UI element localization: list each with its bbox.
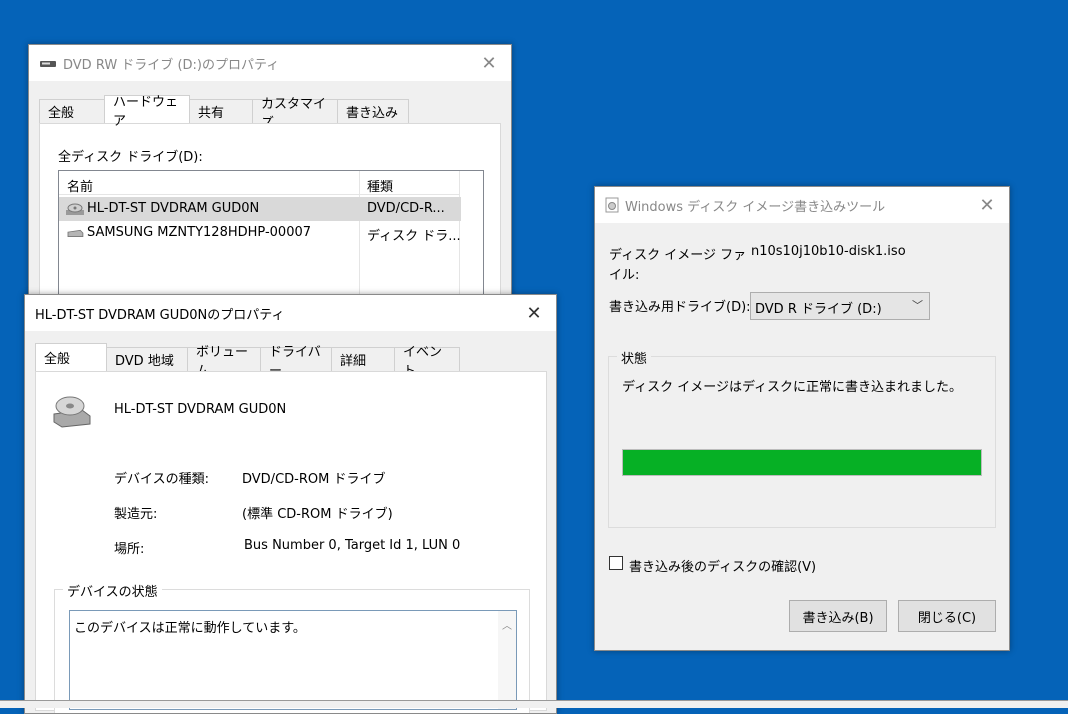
burner-title: Windows ディスク イメージ書き込みツール	[625, 199, 886, 215]
burner-titlebar[interactable]: Windows ディスク イメージ書き込みツール ✕	[595, 187, 1009, 223]
row-type: ディスク ドラ...	[367, 229, 461, 244]
verify-checkbox[interactable]	[609, 556, 623, 570]
device-properties-tabs: 全般 DVD 地域 ボリューム ドライバー 詳細 イベント	[35, 343, 460, 379]
tab-events[interactable]: イベント	[394, 345, 460, 379]
dvd-properties-window: DVD RW ドライブ (D:)のプロパティ ✕ 全般 ハードウェア 共有 カス…	[28, 44, 512, 304]
tab-volumes[interactable]: ボリューム	[187, 345, 261, 379]
table-row[interactable]: SAMSUNG MZNTY128HDHP-00007 ディスク ドラ...	[59, 221, 461, 245]
dvd-properties-titlebar[interactable]: DVD RW ドライブ (D:)のプロパティ ✕	[29, 45, 511, 81]
device-status-group-title: デバイスの状態	[63, 581, 162, 600]
image-file-value: n10s10j10b10-disk1.iso	[751, 244, 906, 259]
dvd-properties-tabs: 全般 ハードウェア 共有 カスタマイズ 書き込み	[39, 95, 409, 131]
progress-bar	[622, 449, 982, 476]
prop-value-manufacturer: (標準 CD-ROM ドライブ)	[242, 507, 393, 522]
status-group-title: 状態	[617, 348, 652, 367]
device-name: HL-DT-ST DVDRAM GUD0N	[114, 402, 287, 417]
row-name: HL-DT-ST DVDRAM GUD0N	[87, 201, 260, 216]
status-text: ディスク イメージはディスクに正常に書き込まれました。	[622, 380, 963, 395]
row-name: SAMSUNG MZNTY128HDHP-00007	[87, 225, 312, 240]
chevron-down-icon: ﹀	[912, 299, 923, 312]
close-button[interactable]: 閉じる(C)	[898, 600, 996, 632]
prop-value-device-type: DVD/CD-ROM ドライブ	[242, 472, 386, 487]
optical-drive-icon	[53, 396, 91, 428]
device-properties-title: HL-DT-ST DVDRAM GUD0Nのプロパティ	[35, 307, 285, 323]
device-properties-titlebar[interactable]: HL-DT-ST DVDRAM GUD0Nのプロパティ ✕	[25, 295, 556, 331]
column-header-name[interactable]: 名前	[67, 176, 93, 195]
tab-dvd-region[interactable]: DVD 地域	[106, 347, 188, 371]
tab-sharing[interactable]: 共有	[189, 99, 253, 123]
chevron-up-icon[interactable]: ︿	[502, 617, 512, 632]
image-file-label-line2: イル:	[609, 268, 640, 283]
list-header: 名前 種類	[59, 171, 460, 303]
dvd-properties-title: DVD RW ドライブ (D:)のプロパティ	[63, 57, 280, 73]
drive-label: 書き込み用ドライブ(D):	[609, 300, 751, 315]
tab-customize[interactable]: カスタマイズ	[252, 97, 338, 131]
row-type: DVD/CD-R...	[367, 201, 445, 216]
hardware-panel: 全ディスク ドライブ(D): 名前 種類 HL-DT-ST DVDRAM GUD…	[39, 123, 501, 303]
taskbar-edge	[0, 700, 1068, 708]
table-row[interactable]: HL-DT-ST DVDRAM GUD0N DVD/CD-R...	[59, 197, 461, 221]
tab-general[interactable]: 全般	[35, 343, 107, 371]
tab-recording[interactable]: 書き込み	[337, 99, 409, 123]
device-properties-window: HL-DT-ST DVDRAM GUD0Nのプロパティ ✕ 全般 DVD 地域 …	[24, 294, 557, 714]
tab-driver[interactable]: ドライバー	[260, 345, 332, 379]
progress-fill	[623, 450, 981, 475]
disc-burner-icon	[605, 197, 619, 213]
hard-disk-icon	[67, 229, 84, 237]
scrollbar[interactable]: ︿	[498, 611, 516, 709]
device-status-textbox[interactable]: このデバイスは正常に動作しています。 ︿	[69, 610, 517, 710]
tab-hardware[interactable]: ハードウェア	[104, 95, 190, 129]
tab-details[interactable]: 詳細	[331, 347, 395, 371]
disc-image-burner-window: Windows ディスク イメージ書き込みツール ✕ ディスク イメージ ファ …	[594, 186, 1010, 651]
drives-label: 全ディスク ドライブ(D):	[58, 150, 203, 165]
prop-value-location: Bus Number 0, Target Id 1, LUN 0	[244, 538, 461, 553]
burn-button[interactable]: 書き込み(B)	[789, 600, 887, 632]
dvd-drive-icon	[40, 61, 56, 67]
drive-select[interactable]: DVD R ドライブ (D:) ﹀	[750, 292, 930, 320]
close-icon[interactable]: ✕	[512, 295, 556, 331]
optical-drive-icon	[66, 203, 84, 215]
status-group: 状態 ディスク イメージはディスクに正常に書き込まれました。	[608, 348, 996, 528]
column-header-type[interactable]: 種類	[367, 176, 393, 195]
drives-list[interactable]: 名前 種類 HL-DT-ST DVDRAM GUD0N DVD/CD-R... …	[58, 170, 484, 303]
tab-general[interactable]: 全般	[39, 99, 105, 123]
drive-select-value: DVD R ドライブ (D:)	[755, 302, 882, 317]
image-file-label-line1: ディスク イメージ ファ	[609, 248, 747, 263]
general-panel: HL-DT-ST DVDRAM GUD0N デバイスの種類: DVD/CD-RO…	[35, 371, 547, 713]
prop-label-device-type: デバイスの種類:	[114, 472, 209, 487]
prop-label-manufacturer: 製造元:	[114, 507, 158, 522]
device-status-group: デバイスの状態 このデバイスは正常に動作しています。 ︿	[54, 581, 530, 713]
prop-label-location: 場所:	[114, 542, 145, 557]
verify-label[interactable]: 書き込み後のディスクの確認(V)	[629, 556, 816, 575]
close-icon[interactable]: ✕	[467, 45, 511, 81]
device-status-text: このデバイスは正常に動作しています。	[74, 621, 306, 636]
close-icon[interactable]: ✕	[965, 187, 1009, 223]
